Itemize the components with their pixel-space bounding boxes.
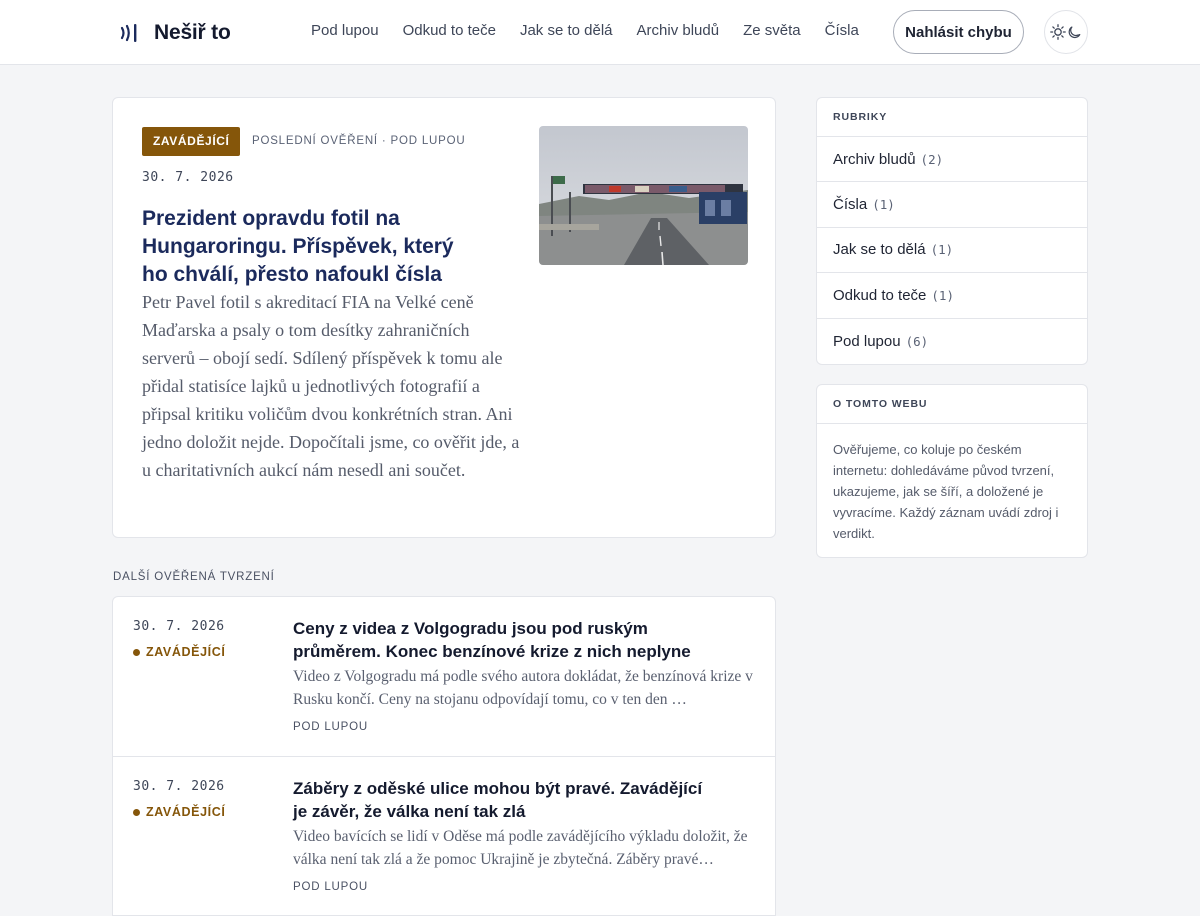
main-nav: Pod lupou Odkud to teče Jak se to dělá A… [311,22,859,39]
report-error-button[interactable]: Nahlásit chybu [893,10,1024,54]
about-text: Ověřujeme, co koluje po českém internetu… [833,442,1059,541]
nav-item-jak-se-to-dela[interactable]: Jak se to dělá [520,22,613,39]
sun-icon [1050,24,1066,40]
category-name: Čísla [833,196,868,214]
article-date: 30. 7. 2026 [133,619,225,634]
featured-photo[interactable] [539,126,748,265]
theme-toggle[interactable] [1044,10,1088,54]
nav-item-pod-lupou[interactable]: Pod lupou [311,22,379,39]
about-heading: O TOMTO WEBU [817,385,1087,424]
categories-panel: RUBRIKY Archiv bludů (2) Čísla (1) Jak s… [816,97,1088,365]
verdict-label: ZAVÁDĚJÍCÍ [133,805,225,819]
article-summary: Video bavících se lidí v Oděse má podle … [293,828,748,868]
category-count: (2) [920,151,944,167]
featured-date: 30. 7. 2026 [142,170,234,185]
verdict-dot-icon [133,648,140,656]
verdict-badge: ZAVÁDĚJÍCÍ [142,127,241,156]
article-category[interactable]: POD LUPOU [293,721,368,733]
verdict-label: ZAVÁDĚJÍCÍ [133,645,225,659]
category-count: (6) [905,333,929,349]
featured-title[interactable]: Prezident opravdu fotil na Hungaroringu.… [142,205,482,289]
category-name: Jak se to dělá [833,241,926,259]
section-heading: DALŠÍ OVĚŘENÁ TVRZENÍ [113,571,275,583]
category-count: (1) [930,242,954,258]
article-list: 30. 7. 2026 ZAVÁDĚJÍCÍ Ceny z videa z Vo… [112,596,776,916]
nav-item-cisla[interactable]: Čísla [825,22,859,39]
category-link-pod-lupou[interactable]: Pod lupou (6) [817,319,1087,364]
category-link-odkud-to-tece[interactable]: Odkud to teče (1) [817,273,1087,319]
site-name: Nešiř to [154,21,231,44]
article-summary: Video z Volgogradu má podle svého autora… [293,668,753,708]
verdict-text: ZAVÁDĚJÍCÍ [146,805,226,819]
category-link-jak-se-to-dela[interactable]: Jak se to dělá (1) [817,228,1087,274]
article-category[interactable]: POD LUPOU [293,881,368,893]
nav-item-odkud-to-tece[interactable]: Odkud to teče [403,22,496,39]
category-name: Pod lupou [833,332,901,350]
signal-waves-icon [120,24,137,42]
nav-item-ze-sveta[interactable]: Ze světa [743,22,801,39]
article-title[interactable]: Ceny z videa z Volgogradu jsou pod ruský… [293,617,713,663]
nav-item-archiv-bludu[interactable]: Archiv bludů [637,22,720,39]
list-item[interactable]: 30. 7. 2026 ZAVÁDĚJÍCÍ Ceny z videa z Vo… [113,597,775,756]
list-item[interactable]: 30. 7. 2026 ZAVÁDĚJÍCÍ Záběry z oděské u… [113,756,775,915]
site-header: Nešiř to Pod lupou Odkud to teče Jak se … [0,0,1200,65]
site-logo[interactable]: Nešiř to [116,20,231,46]
moon-icon [1068,25,1081,38]
featured-article[interactable]: ZAVÁDĚJÍCÍ POSLEDNÍ OVĚŘENÍ · POD LUPOU … [112,97,776,538]
about-panel: O TOMTO WEBU Ověřujeme, co koluje po čes… [816,384,1088,558]
category-count: (1) [931,287,954,303]
category-name: Odkud to teče [833,286,927,304]
article-title[interactable]: Záběry z oděské ulice mohou být pravé. Z… [293,777,713,823]
category-link-archiv-bludu[interactable]: Archiv bludů (2) [817,137,1087,183]
categories-heading: RUBRIKY [817,98,1087,137]
verdict-dot-icon [133,808,140,816]
category-count: (1) [872,197,895,213]
featured-meta: POSLEDNÍ OVĚŘENÍ · POD LUPOU [252,135,466,147]
article-date: 30. 7. 2026 [133,779,225,794]
category-name: Archiv bludů [833,150,916,168]
racetrack-gate-image [539,126,748,265]
verdict-text: ZAVÁDĚJÍCÍ [146,645,226,659]
category-link-cisla[interactable]: Čísla (1) [817,182,1087,228]
featured-summary: Petr Pavel fotil s akreditací FIA na Vel… [142,292,520,480]
